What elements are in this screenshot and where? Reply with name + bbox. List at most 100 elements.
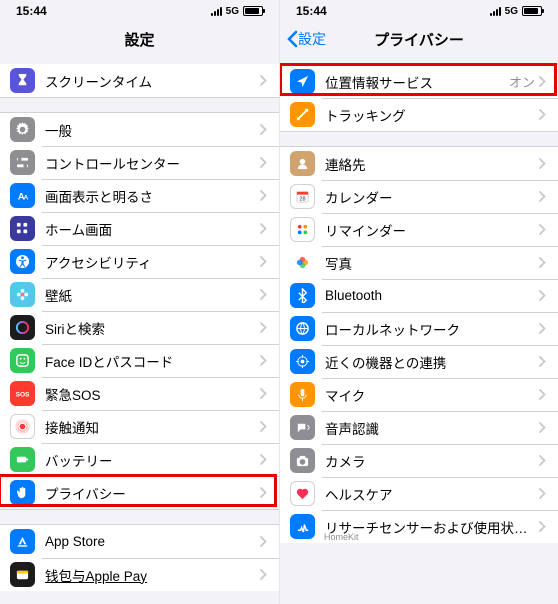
row-health[interactable]: ヘルスケア	[280, 477, 558, 510]
exposure-icon	[10, 414, 35, 439]
battery-icon	[243, 6, 263, 16]
row-exposure[interactable]: 接触通知	[0, 410, 279, 443]
status-right: 5G	[211, 6, 263, 17]
chevron-right-icon	[260, 157, 267, 168]
row-display[interactable]: AA 画面表示と明るさ	[0, 179, 279, 212]
row-label-app-store: App Store	[45, 534, 260, 549]
nav-back[interactable]: 設定	[286, 29, 326, 49]
row-label-location: 位置情報サービス	[325, 72, 509, 92]
status-time: 15:44	[16, 4, 47, 18]
row-label-exposure: 接触通知	[45, 417, 260, 437]
status-bar: 15:44 5G	[0, 0, 279, 22]
row-subtext-research: HomeKit	[324, 532, 359, 542]
row-local-network[interactable]: ローカルネットワーク	[280, 312, 558, 345]
chevron-right-icon	[260, 569, 267, 580]
row-app-store[interactable]: App Store	[0, 525, 279, 558]
row-location[interactable]: 位置情報サービス オン	[280, 65, 558, 98]
row-label-speech: 音声認識	[325, 418, 539, 438]
row-accessibility[interactable]: アクセシビリティ	[0, 245, 279, 278]
row-label-calendar: カレンダー	[325, 187, 539, 207]
row-contacts[interactable]: 連絡先	[280, 147, 558, 180]
row-nearby[interactable]: 近くの機器との連携	[280, 345, 558, 378]
row-sos[interactable]: SOS 緊急SOS	[0, 377, 279, 410]
location-icon	[290, 69, 315, 94]
calendar-icon: 28	[290, 184, 315, 209]
wallet-icon	[10, 562, 35, 587]
row-calendar[interactable]: 28 カレンダー	[280, 180, 558, 213]
nav-title: プライバシー	[374, 29, 464, 50]
chevron-right-icon	[539, 521, 546, 532]
row-siri[interactable]: Siriと検索	[0, 311, 279, 344]
left-phone: 15:44 5G 設定 スクリーンタイム 一般 コントロールセンター AA 画面…	[0, 0, 279, 604]
photos-icon	[290, 250, 315, 275]
chevron-right-icon	[539, 76, 546, 87]
hourglass-icon	[10, 68, 35, 93]
row-label-health: ヘルスケア	[325, 484, 539, 504]
grid-icon	[10, 216, 35, 241]
siri-icon	[10, 315, 35, 340]
row-wallet[interactable]: 钱包与Apple Pay	[0, 558, 279, 591]
row-bluetooth[interactable]: Bluetooth	[280, 279, 558, 312]
right-phone: 15:44 5G 設定 プライバシー 位置情報サービス オン トラッキング 連絡先…	[279, 0, 558, 604]
mic-icon	[290, 382, 315, 407]
row-screen-time[interactable]: スクリーンタイム	[0, 64, 279, 97]
appstore-icon	[10, 529, 35, 554]
chevron-right-icon	[539, 323, 546, 334]
settings-group: 連絡先 28 カレンダー リマインダー 写真 Bluetooth ローカルネット…	[280, 146, 558, 543]
chevron-right-icon	[539, 290, 546, 301]
row-research[interactable]: リサーチセンサーおよび使用状況データ HomeKit	[280, 510, 558, 543]
row-general[interactable]: 一般	[0, 113, 279, 146]
gear-icon	[10, 117, 35, 142]
row-camera[interactable]: カメラ	[280, 444, 558, 477]
row-label-photos: 写真	[325, 253, 539, 273]
bluetooth-icon	[290, 283, 315, 308]
row-photos[interactable]: 写真	[280, 246, 558, 279]
row-label-wallpaper: 壁紙	[45, 285, 260, 305]
tracking-icon	[290, 102, 315, 127]
research-icon	[290, 514, 315, 539]
row-label-sos: 緊急SOS	[45, 384, 260, 404]
chevron-right-icon	[539, 158, 546, 169]
row-battery[interactable]: バッテリー	[0, 443, 279, 476]
row-privacy[interactable]: プライバシー	[0, 476, 279, 509]
chevron-right-icon	[539, 109, 546, 120]
accessibility-icon	[10, 249, 35, 274]
chevron-right-icon	[260, 190, 267, 201]
signal-icon	[490, 7, 501, 16]
row-label-reminders: リマインダー	[325, 220, 539, 240]
row-label-nearby: 近くの機器との連携	[325, 352, 539, 372]
row-label-screen-time: スクリーンタイム	[45, 71, 260, 91]
row-microphone[interactable]: マイク	[280, 378, 558, 411]
chevron-right-icon	[260, 124, 267, 135]
row-value-location: オン	[509, 72, 535, 91]
row-label-tracking: トラッキング	[325, 105, 539, 125]
status-bar: 15:44 5G	[280, 0, 558, 22]
nav-bar: 設定 プライバシー	[280, 22, 558, 56]
row-wallpaper[interactable]: 壁紙	[0, 278, 279, 311]
row-control-center[interactable]: コントロールセンター	[0, 146, 279, 179]
chevron-right-icon	[539, 257, 546, 268]
network-label: 5G	[505, 6, 518, 17]
nav-title: 設定	[124, 29, 154, 50]
chevron-right-icon	[260, 322, 267, 333]
row-speech[interactable]: 音声認識	[280, 411, 558, 444]
content: スクリーンタイム 一般 コントロールセンター AA 画面表示と明るさ ホーム画面…	[0, 56, 279, 604]
row-label-accessibility: アクセシビリティ	[45, 252, 260, 272]
row-home-screen[interactable]: ホーム画面	[0, 212, 279, 245]
row-reminders[interactable]: リマインダー	[280, 213, 558, 246]
row-faceid[interactable]: Face IDとパスコード	[0, 344, 279, 377]
row-label-home-screen: ホーム画面	[45, 219, 260, 239]
chevron-right-icon	[260, 388, 267, 399]
flower-icon	[10, 282, 35, 307]
battery-icon	[10, 447, 35, 472]
speech-icon	[290, 415, 315, 440]
svg-text:28: 28	[299, 196, 305, 202]
row-label-battery: バッテリー	[45, 450, 260, 470]
sos-icon: SOS	[10, 381, 35, 406]
status-right: 5G	[490, 6, 542, 17]
chevron-right-icon	[260, 256, 267, 267]
nav-bar: 設定	[0, 22, 279, 56]
chevron-right-icon	[539, 455, 546, 466]
settings-group: スクリーンタイム	[0, 64, 279, 98]
row-tracking[interactable]: トラッキング	[280, 98, 558, 131]
